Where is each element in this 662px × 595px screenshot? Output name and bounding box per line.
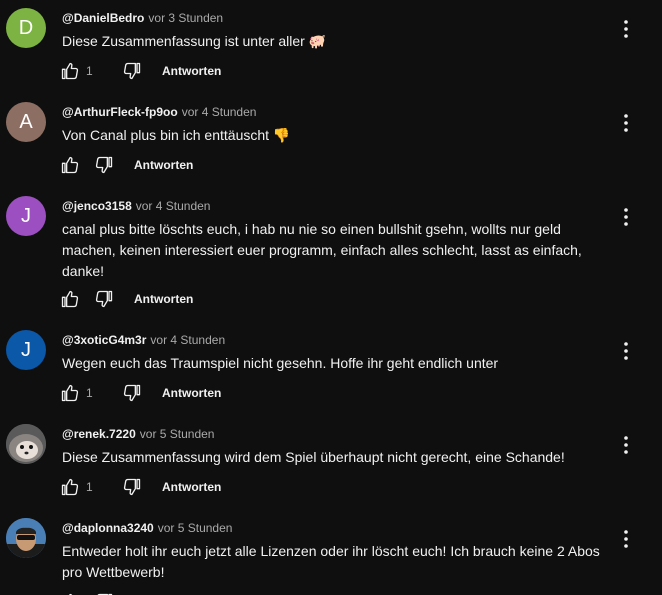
reply-button[interactable]: Antworten	[162, 480, 221, 494]
comment-header: @3xoticG4m3r vor 4 Stunden	[62, 332, 225, 348]
comment-item: @renek.7220 vor 5 Stunden Diese Zusammenf…	[0, 416, 662, 510]
avatar-letter: A	[19, 110, 33, 133]
like-count: 1	[86, 386, 93, 400]
dislike-icon[interactable]	[122, 477, 142, 497]
more-options-icon[interactable]	[614, 111, 638, 135]
comment-header: @daplonna3240 vor 5 Stunden	[62, 520, 232, 536]
comment-actions: Antworten	[60, 287, 193, 311]
more-options-icon[interactable]	[614, 17, 638, 41]
comment-text: canal plus bitte löschts euch, i hab nu …	[62, 221, 582, 279]
like-count: 1	[86, 480, 93, 494]
like-icon[interactable]	[60, 155, 80, 175]
comment-actions: 1 Antworten	[60, 475, 221, 499]
author-name[interactable]: @renek.7220	[62, 427, 136, 441]
like-icon[interactable]	[60, 61, 80, 81]
reply-button[interactable]: Antworten	[162, 386, 221, 400]
comment-text: Wegen euch das Traumspiel nicht gesehn. …	[62, 355, 499, 371]
dislike-icon[interactable]	[94, 155, 114, 175]
comment-header: @jenco3158 vor 4 Stunden	[62, 198, 210, 214]
like-icon[interactable]	[60, 289, 80, 309]
more-options-icon[interactable]	[614, 339, 638, 363]
comment-actions: 1 Antworten	[60, 59, 221, 83]
comment-text: Diese Zusammenfassung wird dem Spiel übe…	[62, 449, 565, 465]
comment-header: @renek.7220 vor 5 Stunden	[62, 426, 214, 442]
comment-time[interactable]: vor 3 Stunden	[148, 11, 223, 25]
like-icon[interactable]	[60, 383, 80, 403]
like-count: 1	[86, 64, 93, 78]
comment-item: D @DanielBedro vor 3 Stunden Diese Zusamm…	[0, 0, 662, 94]
avatar[interactable]	[6, 424, 46, 464]
avatar[interactable]: A	[6, 102, 46, 142]
author-name[interactable]: @ArthurFleck-fp9oo	[62, 105, 178, 119]
avatar-letter: J	[21, 338, 31, 361]
avatar[interactable]: D	[6, 8, 46, 48]
comment-text: Von Canal plus bin ich enttäuscht 👎	[62, 127, 291, 143]
comment-time[interactable]: vor 4 Stunden	[136, 199, 211, 213]
reply-button[interactable]: Antworten	[162, 64, 221, 78]
comment-header: @ArthurFleck-fp9oo vor 4 Stunden	[62, 104, 256, 120]
reply-button[interactable]: Antworten	[134, 292, 193, 306]
author-name[interactable]: @DanielBedro	[62, 11, 144, 25]
comment-header: @DanielBedro vor 3 Stunden	[62, 10, 223, 26]
author-name[interactable]: @daplonna3240	[62, 521, 154, 535]
more-options-icon[interactable]	[614, 433, 638, 457]
avatar-letter: J	[21, 204, 31, 227]
comment-text: Entweder holt ihr euch jetzt alle Lizenz…	[62, 543, 600, 580]
avatar-letter: D	[18, 16, 34, 39]
more-options-icon[interactable]	[614, 205, 638, 229]
dislike-icon[interactable]	[122, 61, 142, 81]
reply-button[interactable]: Antworten	[134, 158, 193, 172]
comment-item: J @jenco3158 vor 4 Stunden canal plus bit…	[0, 188, 662, 322]
comment-item: J @3xoticG4m3r vor 4 Stunden Wegen euch d…	[0, 322, 662, 416]
dislike-icon[interactable]	[122, 383, 142, 403]
author-name[interactable]: @3xoticG4m3r	[62, 333, 146, 347]
like-icon[interactable]	[60, 477, 80, 497]
avatar[interactable]: J	[6, 196, 46, 236]
dislike-icon[interactable]	[94, 289, 114, 309]
comment-actions: Antworten	[60, 590, 193, 595]
avatar[interactable]: J	[6, 330, 46, 370]
comment-time[interactable]: vor 5 Stunden	[158, 521, 233, 535]
comment-item: A @ArthurFleck-fp9oo vor 4 Stunden Von Ca…	[0, 94, 662, 188]
comment-time[interactable]: vor 4 Stunden	[150, 333, 225, 347]
comment-actions: 1 Antworten	[60, 381, 221, 405]
comment-time[interactable]: vor 5 Stunden	[140, 427, 215, 441]
author-name[interactable]: @jenco3158	[62, 199, 132, 213]
avatar[interactable]	[6, 518, 46, 558]
more-options-icon[interactable]	[614, 527, 638, 551]
comment-time[interactable]: vor 4 Stunden	[182, 105, 257, 119]
comment-actions: Antworten	[60, 153, 193, 177]
comment-text: Diese Zusammenfassung ist unter aller 🐖	[62, 33, 327, 49]
comment-item: @daplonna3240 vor 5 Stunden Entweder holt…	[0, 510, 662, 595]
comment-list: D @DanielBedro vor 3 Stunden Diese Zusamm…	[0, 0, 662, 595]
